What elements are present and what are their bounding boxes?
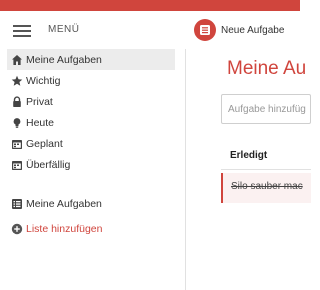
new-task-button[interactable]: Neue Aufgabe xyxy=(194,18,284,42)
sidebar-list-meine-aufgaben[interactable]: Meine Aufgaben xyxy=(7,193,175,214)
sidebar-item-heute[interactable]: Heute xyxy=(7,112,175,133)
sidebar-divider xyxy=(185,49,186,290)
sidebar-item-label: Meine Aufgaben xyxy=(26,53,102,66)
sidebar-item-label: Überfällig xyxy=(26,158,71,171)
new-task-icon xyxy=(194,19,216,41)
sidebar-item-label: Meine Aufgaben xyxy=(26,197,102,210)
calendar-icon xyxy=(11,159,23,171)
add-list-label: Liste hinzufügen xyxy=(26,222,103,235)
lock-icon xyxy=(11,95,23,108)
menu-label: MENÜ xyxy=(48,24,80,35)
top-accent-bar xyxy=(0,0,300,11)
plus-circle-icon xyxy=(11,223,23,235)
new-task-label: Neue Aufgabe xyxy=(221,24,285,36)
sidebar-item-wichtig[interactable]: Wichtig xyxy=(7,70,175,91)
list-icon xyxy=(11,198,23,210)
sidebar-item-label: Privat xyxy=(26,95,53,108)
done-section-header: Erledigt xyxy=(221,144,311,170)
sidebar-item-label: Wichtig xyxy=(26,74,61,87)
sidebar-item-privat[interactable]: Privat xyxy=(7,91,175,112)
sidebar-item-geplant[interactable]: Geplant xyxy=(7,133,175,154)
sidebar-item-label: Heute xyxy=(26,116,55,129)
sidebar-item-label: Geplant xyxy=(26,137,63,150)
add-task-placeholder: Aufgabe hinzufüg xyxy=(228,103,306,115)
sidebar-item-ueberfaellig[interactable]: Überfällig xyxy=(7,154,175,175)
home-icon xyxy=(11,54,23,66)
lightbulb-icon xyxy=(11,117,23,129)
add-task-input[interactable]: Aufgabe hinzufüg xyxy=(221,94,311,124)
hamburger-menu-icon[interactable] xyxy=(13,25,31,37)
done-task-row[interactable]: Silo sauber mac xyxy=(221,173,311,203)
sidebar-item-meine-aufgaben[interactable]: Meine Aufgaben xyxy=(7,49,175,70)
star-icon xyxy=(11,75,23,87)
page-title: Meine Au xyxy=(227,58,307,79)
app-header: MENÜ Neue Aufgabe xyxy=(0,11,300,49)
calendar-icon xyxy=(11,138,23,150)
add-list-button[interactable]: Liste hinzufügen xyxy=(7,218,175,239)
done-task-text: Silo sauber mac xyxy=(231,181,303,192)
